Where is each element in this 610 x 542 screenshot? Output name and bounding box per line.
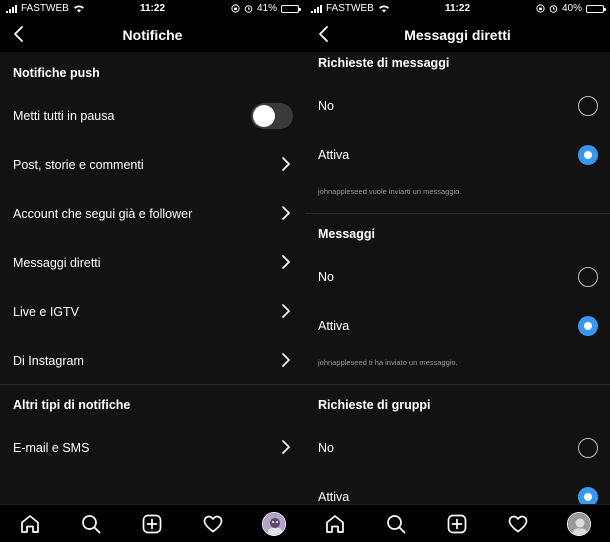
chevron-right-icon xyxy=(282,255,290,269)
group-title-messages: Messaggi xyxy=(318,227,375,241)
list-item-label: E-mail e SMS xyxy=(13,441,90,455)
avatar-image xyxy=(263,513,285,535)
status-right: 40% xyxy=(536,3,606,14)
orientation-lock-icon xyxy=(536,4,545,13)
pause-all-label: Metti tutti in pausa xyxy=(13,109,115,123)
list-item-label: Di Instagram xyxy=(13,354,84,368)
option-label: No xyxy=(318,99,334,113)
option-label: No xyxy=(318,441,334,455)
list-item-live-igtv[interactable]: Live e IGTV xyxy=(0,288,305,336)
search-icon[interactable] xyxy=(80,513,102,535)
battery-percent: 41% xyxy=(256,3,277,14)
preview-note: johnappleseed ti ha inviato un messaggio… xyxy=(318,358,458,367)
list-item-label: Post, storie e commenti xyxy=(13,158,144,172)
group-title-message-requests: Richieste di messaggi xyxy=(318,56,450,70)
option-row-on[interactable]: Attiva xyxy=(305,131,610,179)
alarm-icon xyxy=(244,5,253,13)
pause-all-row: Metti tutti in pausa xyxy=(0,92,305,140)
activity-heart-icon[interactable] xyxy=(202,513,224,535)
chevron-right-icon xyxy=(282,440,290,454)
divider xyxy=(305,384,610,385)
chevron-right-icon xyxy=(282,353,290,367)
radio-button[interactable] xyxy=(578,96,598,116)
avatar-image xyxy=(568,513,590,535)
chevron-right-icon xyxy=(282,206,290,220)
option-label: No xyxy=(318,270,334,284)
divider xyxy=(0,384,305,385)
radio-button[interactable] xyxy=(578,267,598,287)
tab-bar xyxy=(305,504,610,542)
status-bar: FASTWEB 11:22 41% xyxy=(0,0,305,18)
profile-avatar[interactable] xyxy=(567,512,591,536)
preview-note: johnappleseed vuole inviarti un messaggi… xyxy=(318,187,462,196)
option-row-off[interactable]: No xyxy=(305,424,610,472)
home-icon[interactable] xyxy=(19,513,41,535)
status-bar: FASTWEB 11:22 40% xyxy=(305,0,610,18)
nav-header: Messaggi diretti xyxy=(305,18,610,52)
list-item-from-instagram[interactable]: Di Instagram xyxy=(0,337,305,385)
search-icon[interactable] xyxy=(385,513,407,535)
status-right: 41% xyxy=(231,3,301,14)
tab-bar xyxy=(0,504,305,542)
option-row-off[interactable]: No xyxy=(305,82,610,130)
section-title-other: Altri tipi di notifiche xyxy=(13,398,131,412)
divider xyxy=(305,213,610,214)
radio-button-selected[interactable] xyxy=(578,145,598,165)
option-label: Attiva xyxy=(318,319,350,333)
option-label: Attiva xyxy=(318,490,350,504)
profile-avatar[interactable] xyxy=(262,512,286,536)
list-item-email-sms[interactable]: E-mail e SMS xyxy=(0,424,305,472)
group-title-group-requests: Richieste di gruppi xyxy=(318,398,431,412)
battery-percent: 40% xyxy=(561,3,582,14)
direct-messages-settings: Richieste di messaggi No Attiva johnappl… xyxy=(305,52,610,507)
section-title-push: Notifiche push xyxy=(13,66,100,80)
direct-messages-screen: FASTWEB 11:22 40% Messaggi diretti Richi… xyxy=(305,0,610,542)
list-item-label: Messaggi diretti xyxy=(13,256,101,270)
notifications-screen: FASTWEB 11:22 41% Notifiche Notifiche pu… xyxy=(0,0,305,542)
radio-button-selected[interactable] xyxy=(578,316,598,336)
list-item-posts[interactable]: Post, storie e commenti xyxy=(0,141,305,189)
new-post-icon[interactable] xyxy=(446,513,468,535)
battery-icon xyxy=(586,4,606,13)
alarm-icon xyxy=(549,5,558,13)
page-title: Notifiche xyxy=(122,27,183,43)
pause-all-toggle[interactable] xyxy=(251,103,293,129)
list-item-label: Live e IGTV xyxy=(13,305,79,319)
radio-button[interactable] xyxy=(578,438,598,458)
list-item-label: Account che segui già e follower xyxy=(13,207,193,221)
option-row-off[interactable]: No xyxy=(305,253,610,301)
chevron-right-icon xyxy=(282,304,290,318)
toggle-knob xyxy=(253,105,275,127)
new-post-icon[interactable] xyxy=(141,513,163,535)
list-item-direct-messages[interactable]: Messaggi diretti xyxy=(0,239,305,287)
list-item-followers[interactable]: Account che segui già e follower xyxy=(0,190,305,238)
home-icon[interactable] xyxy=(324,513,346,535)
notifications-list: Notifiche push Metti tutti in pausa Post… xyxy=(0,52,305,504)
orientation-lock-icon xyxy=(231,4,240,13)
activity-heart-icon[interactable] xyxy=(507,513,529,535)
nav-header: Notifiche xyxy=(0,18,305,52)
chevron-right-icon xyxy=(282,157,290,171)
page-title: Messaggi diretti xyxy=(404,27,511,43)
battery-icon xyxy=(281,4,301,13)
option-label: Attiva xyxy=(318,148,350,162)
option-row-on[interactable]: Attiva xyxy=(305,302,610,350)
